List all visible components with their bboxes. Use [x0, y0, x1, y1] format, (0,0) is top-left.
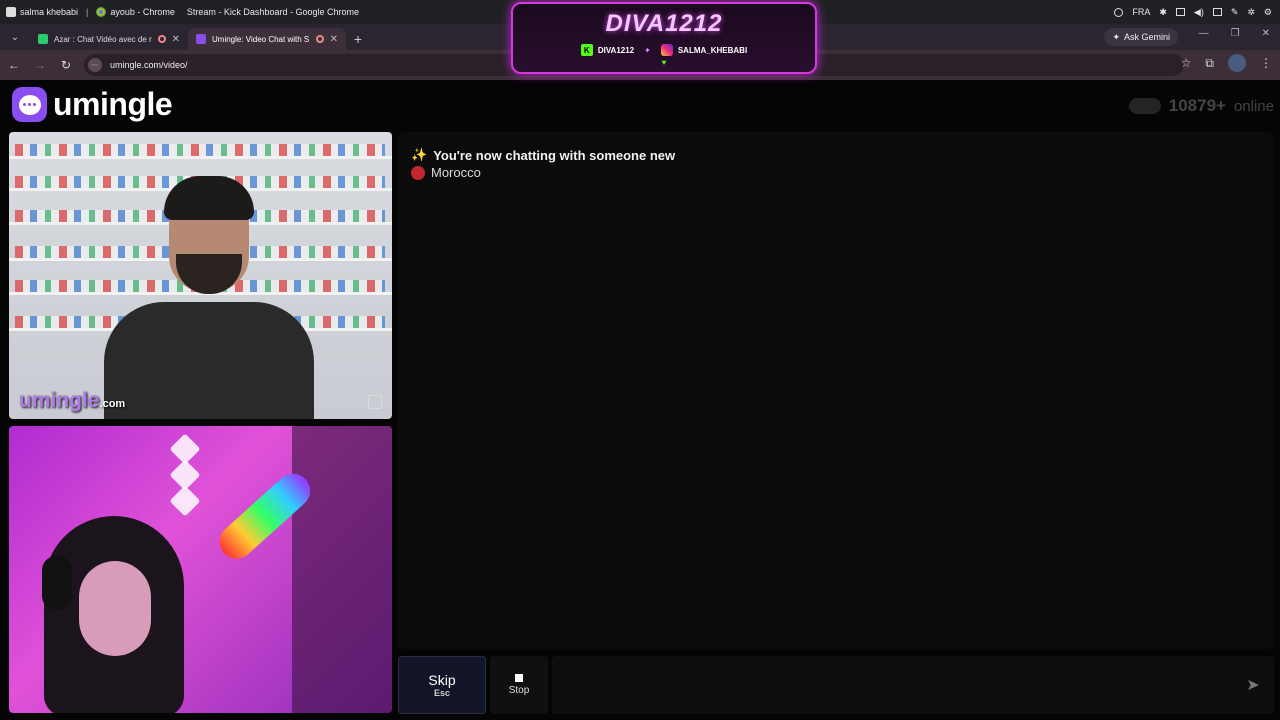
system-tray: FRA ✱ ◀) ✎ ✲ ⚙: [1114, 0, 1272, 24]
battery-icon[interactable]: [1212, 8, 1222, 16]
stop-label: Stop: [508, 685, 530, 696]
watermark-suffix: .com: [99, 398, 126, 410]
language-indicator[interactable]: FRA: [1132, 7, 1150, 17]
theme-toggle[interactable]: [1128, 98, 1161, 114]
back-button[interactable]: ←: [2, 53, 26, 77]
gemini-sparkle-icon: ✦: [1112, 31, 1120, 42]
tab-title: Umingle: Video Chat with S: [212, 34, 310, 44]
profile-avatar[interactable]: [1228, 54, 1246, 72]
heart-icon: ♥: [661, 58, 667, 67]
stop-button[interactable]: Stop: [490, 656, 548, 714]
taskbar-item-ayoub[interactable]: ayoub - Chrome: [90, 7, 181, 17]
close-tab-icon[interactable]: ✕: [172, 34, 180, 45]
extensions-icon[interactable]: ⧉: [1205, 56, 1214, 71]
remote-video: umingle.com: [9, 132, 392, 419]
ask-gemini-button[interactable]: ✦ Ask Gemini: [1104, 28, 1178, 46]
forward-button[interactable]: →: [28, 53, 52, 77]
settings-icon[interactable]: ⚙: [1264, 7, 1272, 18]
overlay-title: DIVA1212: [605, 10, 723, 37]
stream-overlay-banner: DIVA1212 K DIVA1212 ✦ SALMA_KHEBABI ♥: [511, 2, 817, 74]
message-input[interactable]: [552, 656, 1274, 714]
status-icon[interactable]: [1114, 7, 1124, 17]
menu-kebab-icon[interactable]: ⋮: [1260, 56, 1272, 70]
sparkle-icon: ✦: [644, 45, 651, 55]
chat-bubble-logo-icon: [12, 87, 47, 122]
site-info-icon[interactable]: ⋯: [88, 58, 102, 72]
skip-shortcut: Esc: [433, 688, 450, 698]
notification-icon[interactable]: ✲: [1247, 7, 1255, 18]
country-name: Morocco: [431, 165, 481, 180]
umingle-watermark: umingle.com: [19, 389, 125, 413]
pen-icon[interactable]: ✎: [1231, 7, 1239, 18]
country-message: Morocco: [411, 165, 481, 180]
display-icon[interactable]: [1175, 8, 1185, 16]
instagram-logo-icon: [660, 44, 673, 56]
close-tab-icon[interactable]: ✕: [330, 34, 338, 45]
ask-gemini-label: Ask Gemini: [1123, 32, 1170, 42]
taskbar-item-stream[interactable]: Stream - Kick Dashboard - Google Chrome: [181, 7, 365, 17]
recording-icon: [157, 35, 166, 43]
new-tab-button[interactable]: +: [346, 28, 370, 50]
stop-icon: [515, 674, 523, 682]
taskbar-label: Stream - Kick Dashboard - Google Chrome: [186, 7, 359, 17]
reload-button[interactable]: ↻: [54, 53, 78, 77]
umingle-page: umingle 10879+ online umingle.com ✨ You'…: [0, 80, 1280, 720]
system-message: ✨ You're now chatting with someone new: [411, 147, 675, 163]
taskbar-label: ayoub - Chrome: [110, 7, 175, 17]
local-person: [24, 516, 224, 713]
taskbar-label: salma khebabi: [20, 7, 79, 17]
instagram-handle-chip: SALMA_KHEBABI: [660, 44, 748, 56]
kick-handle-chip: K DIVA1212: [580, 44, 635, 56]
tab-azar[interactable]: Azar : Chat Vidéo avec de n ✕: [30, 28, 188, 50]
taskbar-item-salma[interactable]: salma khebabi: [0, 7, 84, 17]
bookmark-star-icon[interactable]: ☆: [1181, 56, 1192, 70]
recording-icon: [315, 35, 324, 43]
tab-umingle[interactable]: Umingle: Video Chat with S ✕: [188, 28, 346, 50]
skip-label: Skip: [428, 672, 456, 688]
remote-person: [104, 176, 314, 419]
tab-title: Azar : Chat Vidéo avec de n: [54, 34, 152, 44]
volume-icon[interactable]: ◀): [1194, 7, 1204, 18]
online-indicator: 10879+ online: [1128, 96, 1274, 116]
close-window-icon[interactable]: ✕: [1262, 28, 1270, 39]
send-icon[interactable]: ➤: [1242, 674, 1264, 696]
window-controls: — ❐ ✕: [1199, 28, 1270, 39]
kick-handle: DIVA1212: [597, 45, 635, 55]
overlay-socials: K DIVA1212 ✦ SALMA_KHEBABI: [580, 44, 748, 56]
star-lights-decor: [169, 433, 204, 518]
toolbar-actions: ☆ ⧉ ⋮: [1181, 54, 1272, 72]
skip-button[interactable]: Skip Esc: [398, 656, 486, 714]
url-text: umingle.com/video/: [110, 60, 188, 70]
report-flag-icon[interactable]: [368, 395, 382, 409]
online-count: 10879+: [1168, 96, 1226, 115]
chrome-icon: [96, 7, 107, 17]
site-logo[interactable]: umingle: [12, 86, 173, 123]
bluetooth-icon[interactable]: ✱: [1159, 7, 1167, 18]
message-text: You're now chatting with someone new: [433, 147, 676, 163]
logo-text: umingle: [53, 86, 173, 122]
online-label: online: [1233, 97, 1274, 115]
azar-favicon-icon: [38, 34, 48, 44]
restore-icon[interactable]: ❐: [1231, 28, 1240, 39]
local-video: [9, 426, 392, 713]
minimize-icon[interactable]: —: [1199, 28, 1209, 39]
chat-controls: Skip Esc Stop ➤: [397, 656, 1274, 714]
instagram-handle: SALMA_KHEBABI: [677, 45, 748, 55]
kick-logo-icon: K: [580, 44, 593, 56]
watermark-text: umingle: [19, 389, 100, 412]
chat-panel: ✨ You're now chatting with someone new M…: [397, 132, 1274, 649]
tab-search-chevron-icon[interactable]: ⌄: [0, 24, 30, 50]
app-icon: [6, 7, 16, 17]
umingle-favicon-icon: [196, 34, 206, 44]
sparkles-icon: ✨: [411, 147, 428, 162]
morocco-flag-icon: [411, 165, 425, 180]
